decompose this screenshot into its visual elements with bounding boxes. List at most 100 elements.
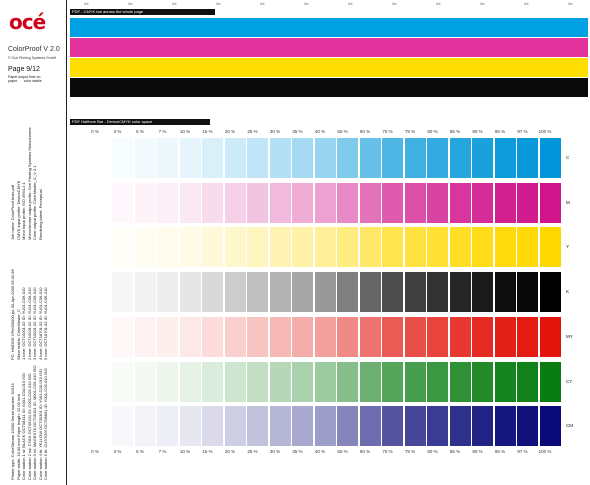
tint-patch (427, 316, 448, 357)
info-line: Printer type: ColorStream 10000 Serial n… (10, 383, 15, 480)
tint-patch (179, 272, 201, 313)
tint-patch (449, 406, 471, 447)
ramp-label: C (566, 155, 570, 160)
info-block-printer: Printer type: ColorStream 10000 Serial n… (10, 365, 49, 480)
percentage-label: 35 % (292, 129, 303, 134)
tint-patch (112, 316, 133, 357)
page-number: Page 9/12 (8, 66, 40, 73)
tint-patch (157, 138, 178, 178)
percentage-label: 95 % (494, 129, 506, 134)
scissors-icon: ✂ (216, 2, 222, 8)
tint-patch (404, 272, 426, 313)
percentage-label: 25 % (247, 449, 258, 454)
info-line: Color station 5 th: CUSTOM OCT08801 ID: … (43, 368, 48, 480)
tint-patch (337, 182, 358, 223)
tint-patch (157, 406, 178, 447)
tint-patch (494, 272, 516, 313)
tint-patch (427, 406, 448, 447)
tint-patch (449, 316, 471, 357)
tint-patch (359, 227, 381, 268)
percentage-label: 60 % (359, 129, 371, 134)
tint-patch (157, 361, 178, 402)
info-block-calibration: PC: HMODE VPe000000.jsc 30-Apr-2009 09:4… (10, 269, 49, 360)
tint-patch (247, 316, 268, 357)
tint-patch (404, 138, 426, 178)
tint-patch (157, 272, 178, 313)
tint-patch (292, 138, 313, 178)
cut-marks-row: ✂ ✂ ✂ ✂ ✂ ✂ ✂ ✂ ✂ ✂ ✂ ✂ (70, 2, 590, 8)
tint-patch (112, 406, 133, 447)
info-line: PC: HMODE VPe000000.jsc 30-Apr-2009 09:4… (10, 269, 15, 360)
tint-patch (157, 182, 178, 223)
percentage-label: 90 % (472, 129, 483, 134)
tint-patch (269, 138, 291, 178)
tint-patch (224, 182, 246, 223)
tint-patch (472, 182, 493, 223)
tint-patch (449, 361, 471, 402)
tint-patch (269, 361, 291, 402)
tint-patch (292, 316, 313, 357)
percentage-label: 95 % (494, 449, 506, 454)
tint-patch (134, 227, 156, 268)
tint-patch (517, 138, 538, 178)
tint-patch (449, 138, 471, 178)
percentage-label: 80 % (427, 129, 438, 134)
percentage-label: 50 % (337, 129, 348, 134)
percentage-label: 3 % (113, 449, 122, 454)
tint-patch (247, 361, 268, 402)
tint-patch (247, 182, 268, 223)
tint-patch (539, 272, 561, 313)
tint-patch (449, 227, 471, 268)
tint-patch (269, 182, 291, 223)
tint-patch (134, 272, 156, 313)
tint-patch (292, 272, 313, 313)
tint-patch (202, 361, 223, 402)
percentage-label: 5 % (136, 129, 144, 134)
tint-patch (224, 138, 246, 178)
scissors-icon: ✂ (348, 2, 354, 8)
tint-patch (472, 316, 493, 357)
yellow-bar (70, 58, 588, 77)
tint-patch (134, 182, 156, 223)
scissors-icon: ✂ (260, 2, 266, 8)
logo-text: océ (9, 10, 46, 34)
scissors-icon: ✂ (568, 2, 574, 8)
tint-patch (359, 182, 381, 223)
percentage-label: 75 % (404, 129, 416, 134)
tint-patch (337, 227, 358, 268)
tint-patch (517, 272, 538, 313)
scissors-icon: ✂ (172, 2, 178, 8)
tint-patch (112, 138, 133, 178)
tint-patch (202, 138, 223, 178)
sidebar-divider (66, 0, 67, 485)
tint-patch (472, 361, 493, 402)
tint-patch (494, 316, 516, 357)
ramp-label: CY (566, 378, 573, 384)
tint-patch (314, 227, 336, 268)
tint-patch (404, 182, 426, 223)
percentage-label: 15 % (202, 129, 213, 134)
tint-patch (179, 227, 201, 268)
tint-patch (382, 138, 403, 178)
tint-patch (539, 182, 561, 223)
info-line: Color station 3 rd: MAGENTA OCT05101 ID:… (32, 365, 37, 480)
percentage-label: 60 % (359, 449, 371, 454)
tint-patch (224, 227, 246, 268)
tint-patch (404, 361, 426, 402)
percentage-label: 100 % (538, 129, 552, 134)
tint-patch (179, 316, 201, 357)
tint-patch (269, 316, 291, 357)
tint-patch (157, 316, 178, 357)
tint-patch (202, 316, 223, 357)
tint-patch (314, 316, 336, 357)
tint-patch (269, 272, 291, 313)
percentage-label: 70 % (382, 129, 393, 134)
percentage-label: 85 % (449, 449, 461, 454)
tint-patch (517, 182, 538, 223)
tint-patch (359, 138, 381, 178)
ramp-label: MY (566, 333, 573, 339)
tint-patch (134, 361, 156, 402)
tint-patch (247, 138, 268, 178)
tint-patch (494, 182, 516, 223)
percentage-label: 30 % (269, 129, 281, 134)
